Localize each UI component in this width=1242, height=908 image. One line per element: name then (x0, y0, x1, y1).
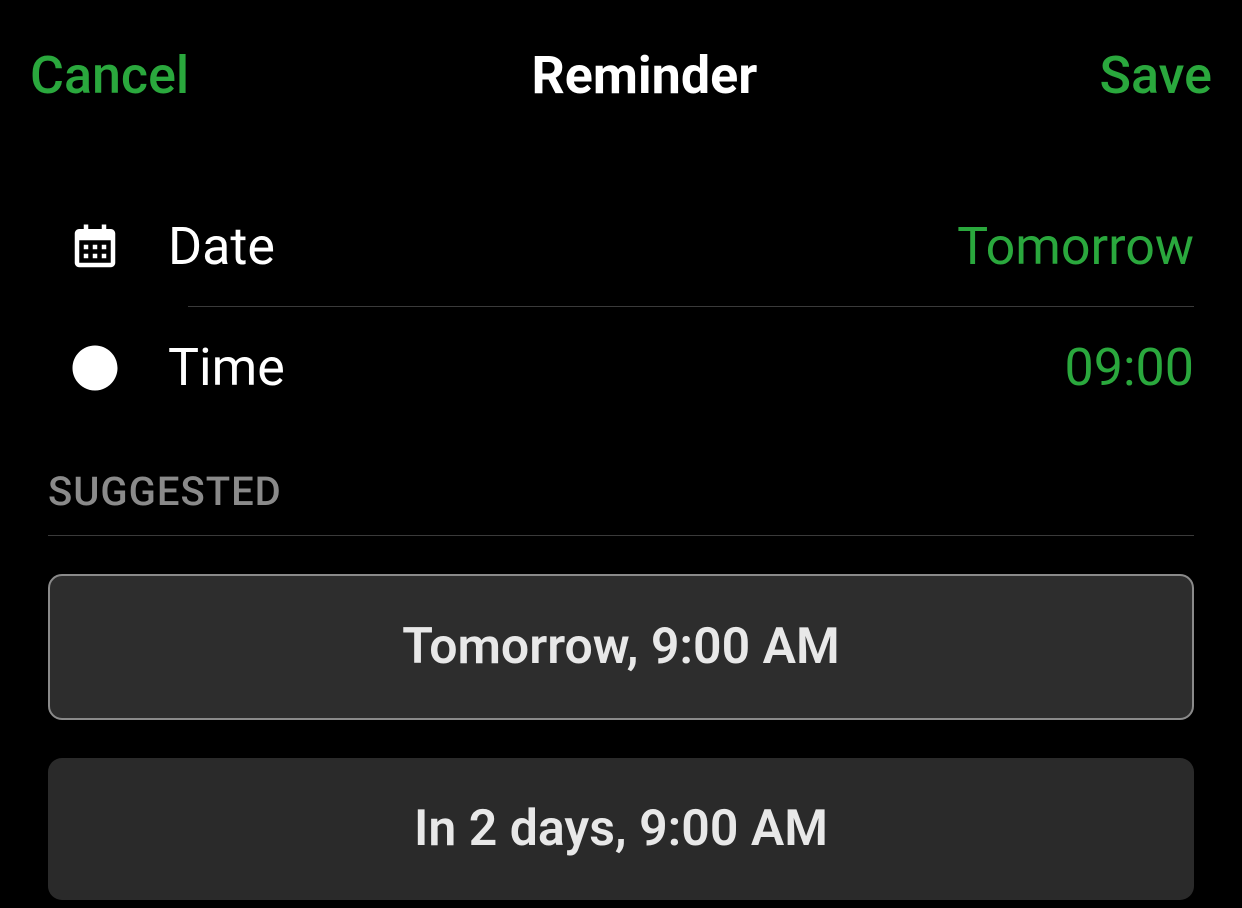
date-label: Date (168, 216, 275, 277)
suggestion-item[interactable]: Tomorrow, 9:00 AM (48, 574, 1194, 720)
save-button[interactable]: Save (1100, 45, 1212, 106)
cancel-button[interactable]: Cancel (30, 45, 189, 106)
header-bar: Cancel Reminder Save (0, 0, 1242, 136)
time-label: Time (168, 337, 285, 398)
clock-icon (48, 341, 168, 395)
suggestions-list: Tomorrow, 9:00 AM In 2 days, 9:00 AM (48, 574, 1194, 900)
date-value: Tomorrow (957, 216, 1194, 277)
time-row[interactable]: Time 09:00 (48, 307, 1194, 428)
content-area: Date Tomorrow Time 09:00 SUGGESTED Tomor… (0, 136, 1242, 900)
date-row[interactable]: Date Tomorrow (48, 186, 1194, 307)
suggested-header: SUGGESTED (48, 468, 1194, 536)
calendar-icon (48, 220, 168, 274)
time-value: 09:00 (1065, 337, 1195, 398)
page-title: Reminder (531, 45, 757, 106)
suggestion-item[interactable]: In 2 days, 9:00 AM (48, 758, 1194, 900)
